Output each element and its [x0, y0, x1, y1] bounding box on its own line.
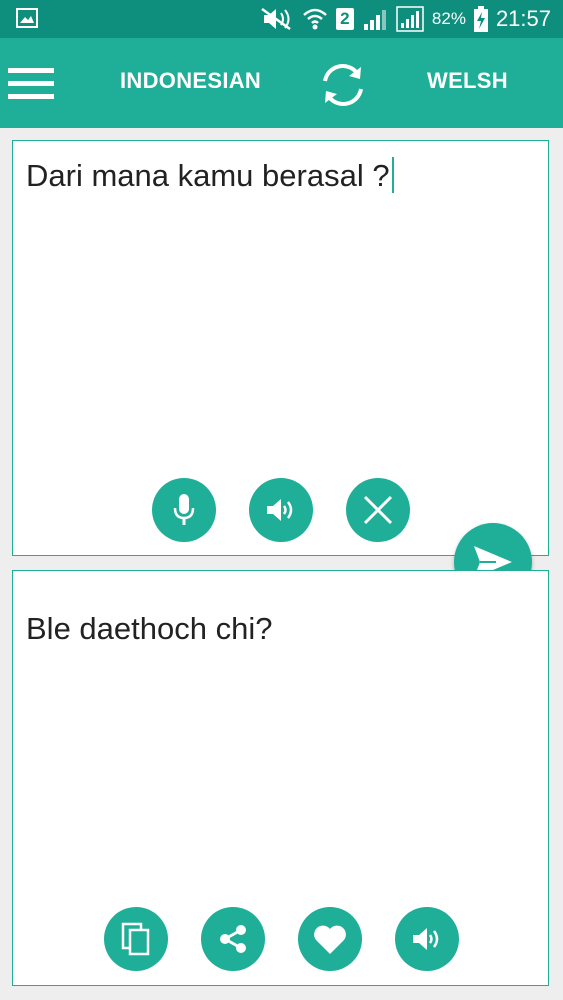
speaker-icon [413, 928, 439, 950]
menu-icon[interactable] [8, 64, 56, 102]
close-icon [363, 495, 393, 525]
share-button[interactable] [201, 907, 265, 971]
speaker-icon [267, 499, 293, 521]
app-bar: INDONESIAN WELSH [0, 38, 563, 128]
battery-charging-icon [473, 6, 488, 32]
source-text-input[interactable]: Dari mana kamu berasal ? [26, 157, 394, 194]
source-text: Dari mana kamu berasal ? [26, 158, 390, 193]
target-language-button[interactable]: WELSH [427, 68, 508, 94]
source-language-button[interactable]: INDONESIAN [120, 68, 261, 94]
gallery-notification-icon [16, 8, 38, 28]
source-input-panel[interactable]: Dari mana kamu berasal ? [12, 140, 549, 556]
copy-button[interactable] [104, 907, 168, 971]
clock: 21:57 [495, 6, 551, 31]
signal-icon-2 [396, 6, 424, 32]
translation-output-panel: Ble daethoch chi? [12, 570, 549, 986]
microphone-button[interactable] [152, 478, 216, 542]
translated-text: Ble daethoch chi? [26, 611, 273, 646]
sim-slot-badge: 2 [335, 8, 354, 30]
copy-icon [121, 922, 150, 956]
microphone-icon [173, 494, 195, 525]
source-speak-button[interactable] [249, 478, 313, 542]
text-caret [391, 157, 394, 193]
translation-speak-button[interactable] [395, 907, 459, 971]
status-bar: 2 82% 21:57 [0, 0, 563, 38]
mute-icon [261, 7, 291, 31]
wifi-icon [303, 8, 327, 30]
battery-percent: 82% [431, 9, 466, 28]
clear-text-button[interactable] [346, 478, 410, 542]
favorite-button[interactable] [298, 907, 362, 971]
heart-icon [314, 925, 346, 954]
share-icon [220, 925, 246, 953]
swap-languages-icon[interactable] [317, 59, 369, 111]
signal-icon-1 [363, 10, 386, 30]
